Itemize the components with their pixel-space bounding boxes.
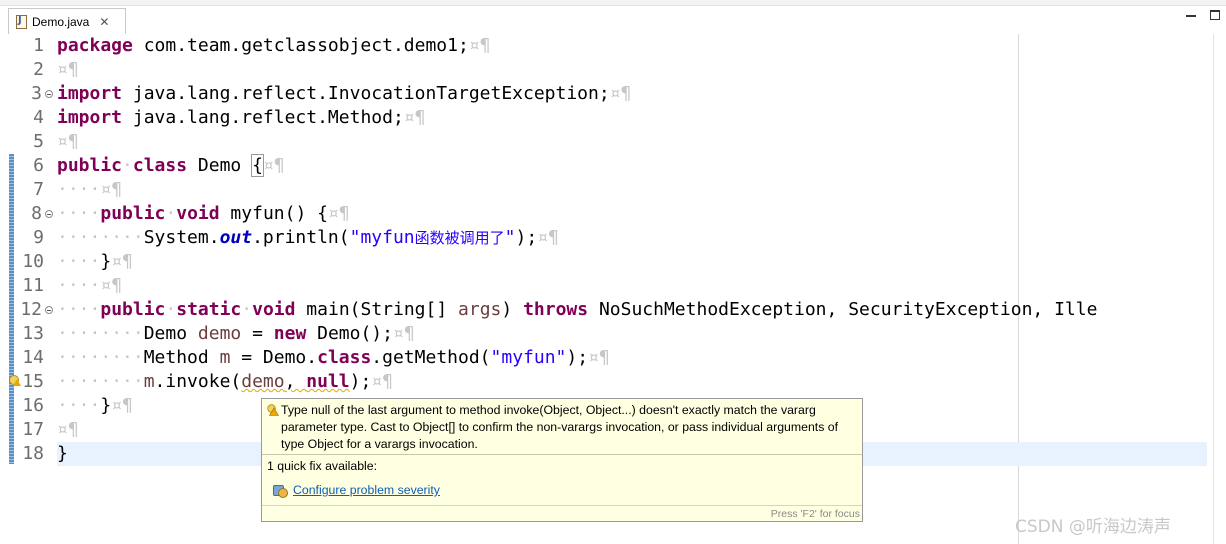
matching-brace: {	[251, 154, 264, 177]
watermark: CSDN @听海边涛声	[1015, 517, 1171, 537]
line-number: 17	[22, 419, 44, 440]
warning-quickfix-icon[interactable]	[9, 375, 21, 387]
line-number: 14	[22, 347, 44, 368]
minimize-icon[interactable]	[1186, 10, 1196, 20]
line-number: 3	[31, 83, 42, 104]
line-number: 2	[33, 59, 44, 80]
tab-label: Demo.java	[32, 14, 90, 29]
code-line: ¤¶	[57, 131, 79, 152]
code-line: import java.lang.reflect.Method;¤¶	[57, 107, 426, 128]
divider	[262, 454, 862, 455]
code-line: ····}¤¶	[57, 395, 133, 416]
code-line: ¤¶	[57, 59, 79, 80]
line-number: 16	[22, 395, 44, 416]
code-line: import java.lang.reflect.InvocationTarge…	[57, 83, 632, 104]
java-file-icon: J	[15, 14, 28, 29]
code-line: ····¤¶	[57, 275, 123, 296]
line-number: 7	[33, 179, 44, 200]
warning-icon	[267, 404, 280, 416]
code-line: ····¤¶	[57, 179, 123, 200]
code-line: public·class Demo {¤¶	[57, 154, 285, 177]
code-line: ········m.invoke(demo, null);¤¶	[57, 371, 394, 392]
fold-collapse-icon[interactable]	[45, 210, 53, 218]
code-line: package com.team.getclassobject.demo1;¤¶	[57, 35, 491, 56]
code-line: ········Method m = Demo.class.getMethod(…	[57, 347, 610, 368]
code-line: ····}¤¶	[57, 251, 133, 272]
line-number: 9	[33, 227, 44, 248]
code-line: ····public·void myfun() {¤¶	[57, 203, 350, 224]
quick-fix-count: 1 quick fix available:	[267, 459, 378, 473]
line-number-gutter: 1 2 3 4 5 6 7 8 9 10 11 12 13 14 15 16 1…	[0, 34, 53, 544]
editor-tab-bar: J Demo.java ✕	[0, 0, 1226, 35]
configure-problem-severity-link[interactable]: Configure problem severity	[293, 483, 440, 497]
fold-collapse-icon[interactable]	[45, 306, 53, 314]
tab-bar-top-strip	[0, 0, 1226, 6]
problem-hover-tooltip: Type null of the last argument to method…	[261, 398, 863, 522]
close-icon[interactable]: ✕	[99, 15, 109, 29]
line-number: 5	[33, 131, 44, 152]
configure-icon	[273, 483, 288, 498]
code-line: ········System.out.println("myfun函数被调用了"…	[57, 227, 559, 248]
tooltip-footer: Press 'F2' for focus	[770, 508, 860, 520]
line-number: 11	[22, 275, 44, 296]
code-line: ¤¶	[57, 419, 79, 440]
line-number: 15	[22, 371, 44, 392]
fold-collapse-icon[interactable]	[45, 90, 53, 98]
view-controls	[1186, 10, 1220, 20]
tab-demo-java[interactable]: J Demo.java ✕	[8, 8, 126, 34]
warning-squiggle: demo	[241, 371, 285, 392]
line-number: 8	[31, 203, 42, 224]
line-number: 18	[22, 443, 44, 464]
tooltip-message: Type null of the last argument to method…	[281, 403, 839, 451]
quick-fix-item[interactable]: Configure problem severity	[273, 483, 440, 498]
maximize-icon[interactable]	[1210, 10, 1220, 20]
vertical-scrollbar[interactable]	[1213, 34, 1226, 544]
divider	[262, 505, 862, 506]
line-number: 4	[33, 107, 44, 128]
line-number: 10	[22, 251, 44, 272]
line-number: 12	[20, 299, 42, 320]
code-line: ····public·static·void main(String[] arg…	[57, 299, 1098, 320]
line-number: 1	[33, 35, 44, 56]
line-number: 6	[33, 155, 44, 176]
code-line: ········Demo demo = new Demo();¤¶	[57, 323, 415, 344]
line-number: 13	[22, 323, 44, 344]
